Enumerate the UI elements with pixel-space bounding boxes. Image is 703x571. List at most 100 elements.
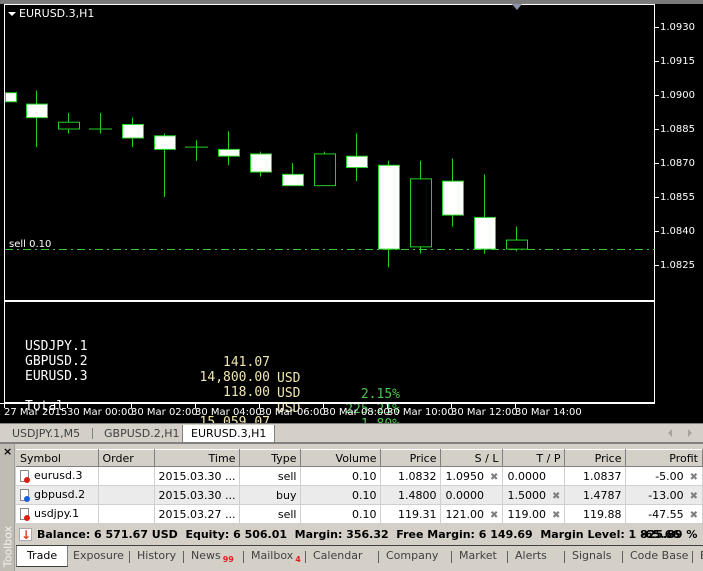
profit-amount: 141.07 xyxy=(223,355,270,370)
remove-tp-icon[interactable]: ✖ xyxy=(552,510,560,521)
col-current-price[interactable]: Price xyxy=(564,449,627,467)
tab-label: Signals xyxy=(572,549,612,562)
candle xyxy=(89,113,112,134)
tab-label: Exposure xyxy=(73,549,124,562)
candle xyxy=(346,133,368,182)
cell-symbol[interactable]: eurusd.3 xyxy=(16,466,99,486)
tab-signals[interactable]: Signals xyxy=(572,546,612,567)
tab-separator xyxy=(564,551,565,563)
candle-body-bearish xyxy=(474,216,496,250)
tab-company[interactable]: Company xyxy=(386,546,438,567)
position-sell-icon xyxy=(20,507,32,521)
symbol-text: eurusd.3 xyxy=(34,469,83,483)
table-row[interactable]: eurusd.3 2015.03.30 ... sell 0.10 1.0832 1.09… xyxy=(16,466,703,486)
time-axis[interactable]: 27 Mar 2015 30 Mar 00:00 30 Mar 02:00 30 Ma… xyxy=(0,403,655,423)
candle xyxy=(506,226,528,252)
candle xyxy=(442,158,464,227)
scroll-left-icon[interactable] xyxy=(668,429,672,437)
time-tick-label: 30 Mar 12:00 xyxy=(451,404,518,424)
col-price[interactable]: Price xyxy=(380,449,442,467)
tab-separator xyxy=(507,551,508,563)
chart-tab-usdjpy[interactable]: USDJPY.1,M5 xyxy=(4,425,88,442)
price-tick-label: 1.0900 xyxy=(655,89,703,101)
chart-tab-eurusd[interactable]: EURUSD.3,H1 xyxy=(182,425,276,443)
price-axis[interactable]: 1.0930 1.0915 1.0900 1.0885 1.0870 1.0855 1.08… xyxy=(655,4,703,404)
col-order[interactable]: Order xyxy=(98,449,155,467)
cell-sl[interactable]: 0.0000 xyxy=(440,485,504,505)
sl-value: 1.0950 xyxy=(445,469,484,483)
symbol-text: usdjpy.1 xyxy=(34,507,80,521)
price-tick-label: 1.0840 xyxy=(655,225,703,237)
candle-body-bearish xyxy=(282,173,304,187)
tab-mailbox[interactable]: Mailbox 4 xyxy=(251,546,301,567)
cell-tp[interactable]: 119.00 ✖ xyxy=(502,504,566,524)
candle-body-bearish xyxy=(250,153,272,173)
tab-separator xyxy=(451,551,452,563)
time-tick-label: 30 Mar 08:00 xyxy=(323,404,390,424)
cell-profit[interactable]: -5.00 ✖ xyxy=(625,466,703,486)
tab-exposure[interactable]: Exposure xyxy=(73,546,124,567)
scroll-right-icon[interactable] xyxy=(688,429,692,437)
col-time[interactable]: Time xyxy=(154,449,241,467)
col-volume[interactable]: Volume xyxy=(300,449,382,467)
cell-symbol[interactable]: usdjpy.1 xyxy=(16,504,99,524)
table-row[interactable]: gbpusd.2 2015.03.30 ... buy 0.10 1.4800 0.000… xyxy=(16,485,703,505)
tab-alerts[interactable]: Alerts xyxy=(515,546,547,567)
col-tp[interactable]: T / P xyxy=(502,449,566,467)
col-symbol[interactable]: Symbol xyxy=(16,449,99,467)
chart-window[interactable]: EURUSD.3,H1 sell 0.10 1.0930 1.0915 1.0900… xyxy=(0,0,703,462)
candle xyxy=(314,151,336,187)
cell-profit[interactable]: -13.00 ✖ xyxy=(625,485,703,505)
table-row[interactable]: usdjpy.1 2015.03.27 ... sell 0.10 119.31 121.… xyxy=(16,504,703,524)
price-tick-label: 1.0915 xyxy=(655,55,703,67)
tab-label: History xyxy=(137,549,177,562)
remove-sl-icon[interactable]: ✖ xyxy=(490,472,498,483)
candle xyxy=(378,160,400,268)
profit-row: GBPUSD.2 14,800.00 USD 225.21% xyxy=(25,338,400,417)
order-line-label: sell 0.10 xyxy=(9,239,52,250)
tab-code-base[interactable]: Code Base xyxy=(630,546,688,567)
candle xyxy=(58,113,80,134)
close-position-icon[interactable]: ✖ xyxy=(690,510,698,521)
col-sl[interactable]: S / L xyxy=(440,449,504,467)
col-type[interactable]: Type xyxy=(239,449,302,467)
candle-body-bullish xyxy=(314,153,336,187)
cell-price: 1.4800 xyxy=(380,485,442,505)
tab-calendar[interactable]: Calendar xyxy=(313,546,362,567)
tab-separator xyxy=(378,551,379,563)
tp-value: 119.00 xyxy=(507,507,546,521)
tab-separator xyxy=(243,551,244,563)
cell-symbol[interactable]: gbpusd.2 xyxy=(16,485,99,505)
balance-text: Balance: 6 571.67 USD Equity: 6 506.01 M… xyxy=(37,528,698,541)
tab-separator xyxy=(622,551,623,563)
cell-time: 2015.03.30 ... xyxy=(154,485,241,505)
tab-history[interactable]: History xyxy=(137,546,176,567)
close-position-icon[interactable]: ✖ xyxy=(690,491,698,502)
candle xyxy=(282,163,304,187)
col-profit[interactable]: Profit xyxy=(625,449,703,467)
close-position-icon[interactable]: ✖ xyxy=(690,472,698,483)
tab-news[interactable]: News 99 xyxy=(191,546,234,567)
profit-amount: 118.00 xyxy=(223,385,270,400)
cell-tp[interactable]: 1.5000 ✖ xyxy=(502,485,566,505)
cell-tp[interactable]: 0.0000 xyxy=(502,466,566,486)
toolbox-sidebar[interactable]: × Toolbox xyxy=(0,444,15,571)
chart-tabs-bar: USDJPY.1,M5 GBPUSD.2,H1 EURUSD.3,H1 xyxy=(0,423,703,443)
cell-price: 119.31 xyxy=(380,504,442,524)
tab-market[interactable]: Market xyxy=(459,546,497,567)
remove-sl-icon[interactable]: ✖ xyxy=(490,510,498,521)
tab-badge: 99 xyxy=(222,555,234,564)
time-tick-label: 30 Mar 04:00 xyxy=(195,404,262,424)
cell-sl[interactable]: 1.0950 ✖ xyxy=(440,466,504,486)
chart-tab-gbpusd[interactable]: GBPUSD.2,H1 xyxy=(96,425,187,442)
price-tick-label: 1.0930 xyxy=(655,21,703,33)
tab-separator xyxy=(692,551,693,563)
tab-trade[interactable]: Trade xyxy=(16,546,69,567)
remove-tp-icon[interactable]: ✖ xyxy=(552,491,560,502)
tp-value: 0.0000 xyxy=(507,469,546,483)
total-profit: -65.66 xyxy=(640,528,680,541)
profit-summary-panel: USDJPY.1 141.07 USD 2.15% GBPUSD.2 14,80… xyxy=(4,300,655,462)
close-icon[interactable]: × xyxy=(3,445,12,458)
cell-sl[interactable]: 121.00 ✖ xyxy=(440,504,504,524)
cell-profit[interactable]: -47.55 ✖ xyxy=(625,504,703,524)
